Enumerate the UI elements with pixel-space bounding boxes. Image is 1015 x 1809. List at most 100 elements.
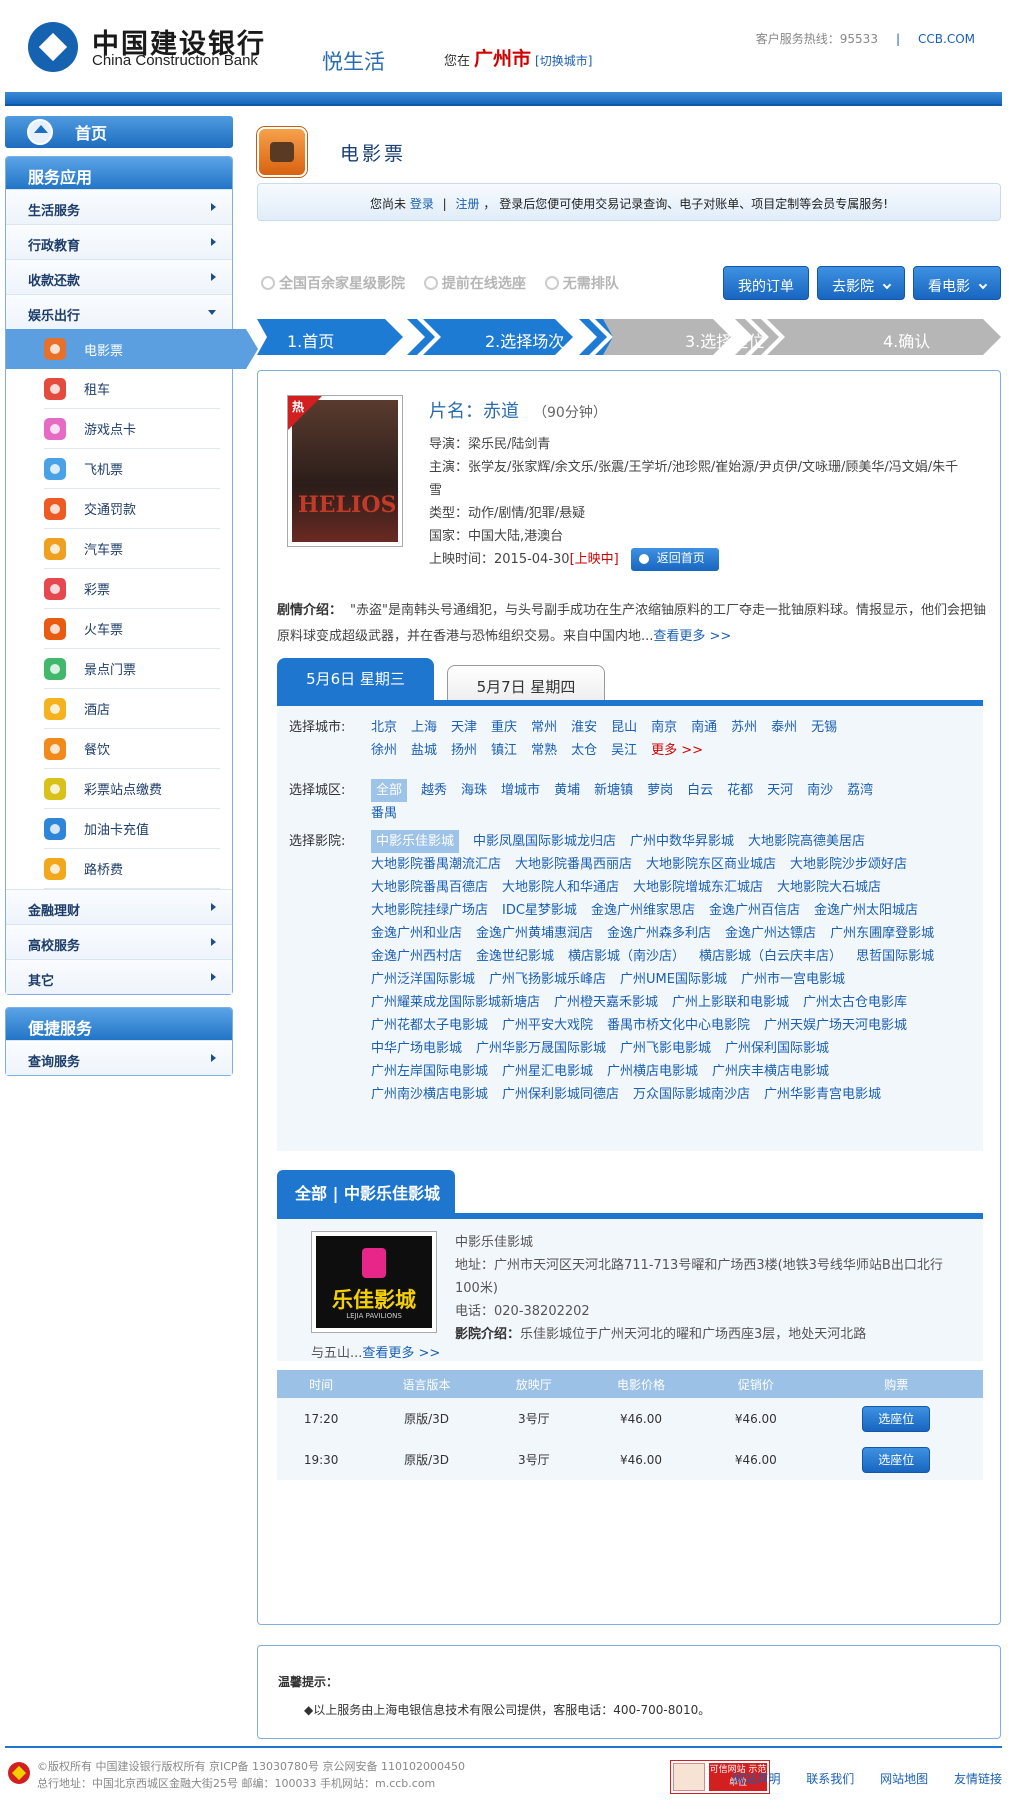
cinema-more-link[interactable]: 查看更多 >> (362, 1346, 440, 1361)
district-option[interactable]: 荔湾 (847, 779, 873, 802)
city-option[interactable]: 南通 (691, 716, 717, 739)
back-home-button[interactable]: 返回首页 (630, 548, 719, 571)
cinema-option[interactable]: 广州市一宫电影城 (741, 968, 845, 991)
district-option[interactable]: 花都 (727, 779, 753, 802)
city-option[interactable]: 南京 (651, 716, 677, 739)
cinema-option[interactable]: 金逸广州黄埔惠润店 (476, 922, 593, 945)
cinema-option[interactable]: 广州庆丰横店电影城 (712, 1060, 829, 1083)
synopsis-more-link[interactable]: 查看更多 >> (653, 629, 731, 644)
sidebar-home[interactable]: 首页 (5, 116, 233, 148)
cinema-option[interactable]: 大地影院东区商业城店 (646, 853, 776, 876)
cinema-option[interactable]: 金逸广州太阳城店 (814, 899, 918, 922)
logo-text-en[interactable]: China Construction Bank (92, 52, 258, 69)
cinema-option[interactable]: 广州南沙横店电影城 (371, 1083, 488, 1106)
cinema-option[interactable]: 广州天娱广场天河电影城 (764, 1014, 907, 1037)
sidebar-item-traffic-fine[interactable]: 交通罚款 (44, 489, 220, 529)
cinema-option[interactable]: 中影凤凰国际影城龙归店 (473, 830, 616, 853)
sidebar-item-movie[interactable]: 电影票 (6, 329, 258, 369)
cinema-option[interactable]: 广州左岸国际电影城 (371, 1060, 488, 1083)
city-option[interactable]: 北京 (371, 716, 397, 739)
cinema-option[interactable]: 广州华影万晟国际影城 (476, 1037, 606, 1060)
sidebar-item-dining[interactable]: 餐饮 (44, 729, 220, 769)
cinema-option[interactable]: 金逸广州森多利店 (607, 922, 711, 945)
district-option[interactable]: 番禺 (371, 802, 397, 825)
district-option[interactable]: 白云 (687, 779, 713, 802)
cinema-option[interactable]: 大地影院人和华通店 (502, 876, 619, 899)
cinema-option[interactable]: 大地影院挂绿广场店 (371, 899, 488, 922)
sidebar-item-hotel[interactable]: 酒店 (44, 689, 220, 729)
select-seat-button[interactable]: 选座位 (862, 1446, 931, 1473)
ccb-logo-icon[interactable] (28, 22, 78, 72)
category-life[interactable]: 生活服务 (6, 189, 232, 224)
district-option[interactable]: 黄埔 (554, 779, 580, 802)
city-option[interactable]: 重庆 (491, 716, 517, 739)
cinema-option[interactable]: IDC星梦影城 (502, 899, 577, 922)
footer-link-contact[interactable]: 联系我们 (806, 1772, 854, 1786)
city-option[interactable]: 无锡 (811, 716, 837, 739)
category-entertainment[interactable]: 娱乐出行 (6, 294, 232, 329)
cinema-option[interactable]: 大地影院沙步颂好店 (790, 853, 907, 876)
sidebar-item-toll[interactable]: 路桥费 (44, 849, 220, 889)
cinema-option[interactable]: 广州飞扬影城乐峰店 (489, 968, 606, 991)
cinema-option[interactable]: 广州UME国际影城 (620, 968, 727, 991)
cinema-option[interactable]: 广州中数华昇影城 (630, 830, 734, 853)
cinema-option[interactable]: 大地影院高德美居店 (748, 830, 865, 853)
city-option[interactable]: 徐州 (371, 739, 397, 762)
cinema-option[interactable]: 思哲国际影城 (856, 945, 934, 968)
city-option[interactable]: 天津 (451, 716, 477, 739)
district-option[interactable]: 增城市 (501, 779, 540, 802)
register-link[interactable]: 注册 (456, 197, 480, 211)
city-option[interactable]: 淮安 (571, 716, 597, 739)
cinema-option[interactable]: 广州东圃摩登影城 (830, 922, 934, 945)
sidebar-item-bus[interactable]: 汽车票 (44, 529, 220, 569)
movie-poster[interactable]: HELIOS 热 (287, 395, 403, 547)
cinema-option[interactable]: 广州星汇电影城 (502, 1060, 593, 1083)
select-seat-button[interactable]: 选座位 (862, 1405, 931, 1432)
cinema-option[interactable]: 金逸世纪影城 (476, 945, 554, 968)
cinema-option[interactable]: 金逸广州和业店 (371, 922, 462, 945)
cinema-option[interactable]: 广州保利国际影城 (725, 1037, 829, 1060)
district-option[interactable]: 新塘镇 (594, 779, 633, 802)
cinema-option[interactable]: 广州华影青宫电影城 (764, 1083, 881, 1106)
sidebar-item-flight[interactable]: 飞机票 (44, 449, 220, 489)
footer-link-sitemap[interactable]: 网站地图 (880, 1772, 928, 1786)
cinema-option[interactable]: 广州飞影电影城 (620, 1037, 711, 1060)
sidebar-item-game-card[interactable]: 游戏点卡 (44, 409, 220, 449)
city-option[interactable]: 扬州 (451, 739, 477, 762)
city-option[interactable]: 泰州 (771, 716, 797, 739)
city-option[interactable]: 太仓 (571, 739, 597, 762)
go-cinema-button[interactable]: 去影院 (817, 266, 905, 300)
footer-link-friends[interactable]: 友情链接 (954, 1772, 1002, 1786)
switch-city-link[interactable]: [切换城市] (535, 54, 592, 68)
category-payment[interactable]: 收款还款 (6, 259, 232, 294)
cinema-option[interactable]: 广州上影联和电影城 (672, 991, 789, 1014)
category-finance[interactable]: 金融理财 (6, 889, 232, 924)
watch-movie-button[interactable]: 看电影 (913, 266, 1001, 300)
cinema-option[interactable]: 广州保利影城同德店 (502, 1083, 619, 1106)
cinema-option[interactable]: 广州橙天嘉禾影城 (554, 991, 658, 1014)
cinema-option[interactable]: 大地影院番禺百德店 (371, 876, 488, 899)
sidebar-item-train[interactable]: 火车票 (44, 609, 220, 649)
sidebar-item-car-rental[interactable]: 租车 (44, 369, 220, 409)
sidebar-item-attraction[interactable]: 景点门票 (44, 649, 220, 689)
city-more-link[interactable]: 更多 >> (651, 739, 703, 762)
city-option[interactable]: 常熟 (531, 739, 557, 762)
cinema-option[interactable]: 大地影院大石城店 (777, 876, 881, 899)
city-option[interactable]: 上海 (411, 716, 437, 739)
cinema-option[interactable]: 金逸广州西村店 (371, 945, 462, 968)
category-query[interactable]: 查询服务 (6, 1040, 232, 1075)
login-link[interactable]: 登录 (410, 197, 434, 211)
footer-link-statement[interactable]: 网站声明 (732, 1772, 780, 1786)
date-tab[interactable]: 5月7日 星期四 (447, 665, 605, 701)
cinema-option[interactable]: 广州花都太子电影城 (371, 1014, 488, 1037)
cinema-option[interactable]: 横店影城（白云庆丰店） (699, 945, 842, 968)
category-other[interactable]: 其它 (6, 959, 232, 994)
cinema-option[interactable]: 广州太古仓电影库 (803, 991, 907, 1014)
city-option[interactable]: 盐城 (411, 739, 437, 762)
cinema-option[interactable]: 大地影院增城东汇城店 (633, 876, 763, 899)
sidebar-item-lottery[interactable]: 彩票 (44, 569, 220, 609)
city-option[interactable]: 镇江 (491, 739, 517, 762)
district-option[interactable]: 天河 (767, 779, 793, 802)
cinema-option[interactable]: 万众国际影城南沙店 (633, 1083, 750, 1106)
cinema-option[interactable]: 番禺市桥文化中心电影院 (607, 1014, 750, 1037)
